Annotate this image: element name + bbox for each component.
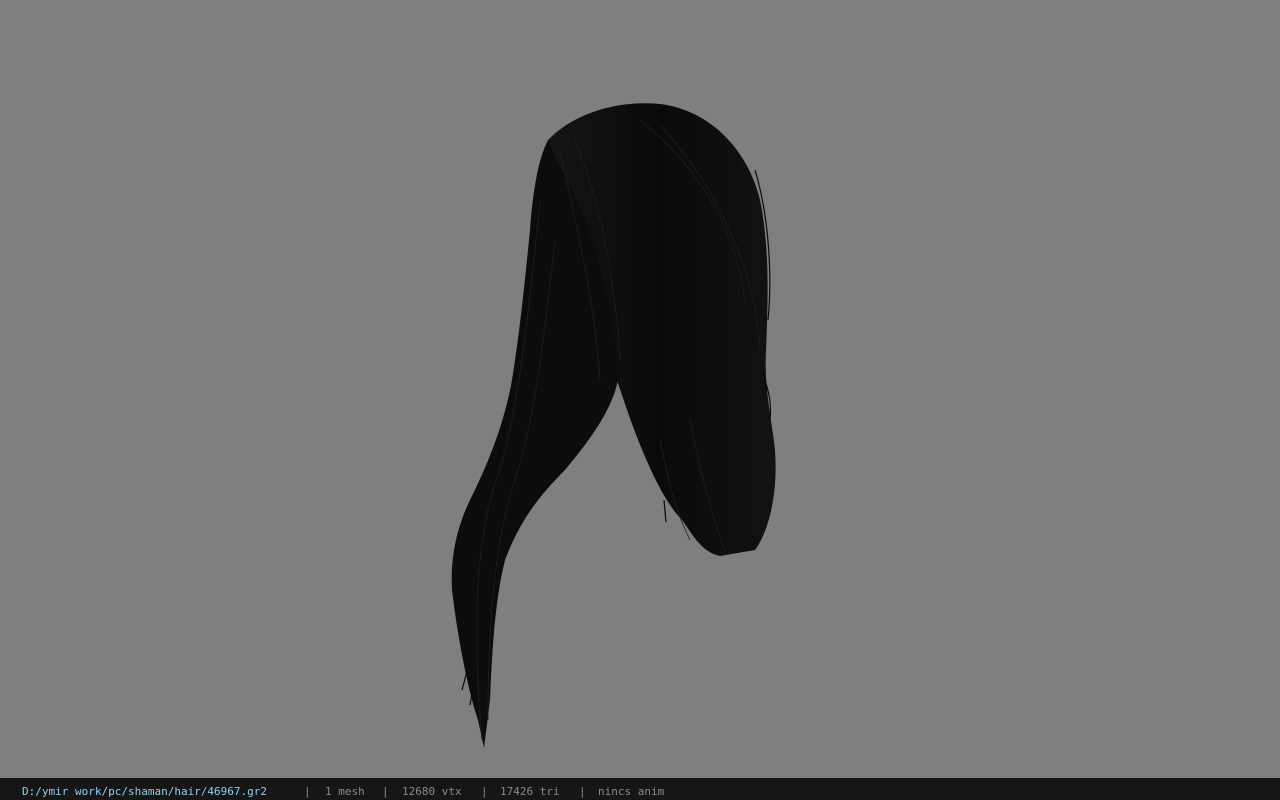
separator: | (382, 785, 389, 798)
mesh-count: 1 mesh (325, 785, 365, 798)
3d-viewport[interactable] (0, 0, 1280, 778)
triangle-count: 17426 tri (500, 785, 560, 798)
status-bar: D:/ymir work/pc/shaman/hair/46967.gr2 | … (0, 778, 1280, 800)
hair-model-render (451, 103, 776, 748)
hair-mesh (451, 103, 776, 748)
separator: | (304, 785, 311, 798)
file-path: D:/ymir work/pc/shaman/hair/46967.gr2 (22, 785, 268, 798)
animation-status: nincs anim (598, 785, 665, 798)
separator: | (481, 785, 488, 798)
separator: | (579, 785, 586, 798)
vertex-count: 12680 vtx (402, 785, 462, 798)
